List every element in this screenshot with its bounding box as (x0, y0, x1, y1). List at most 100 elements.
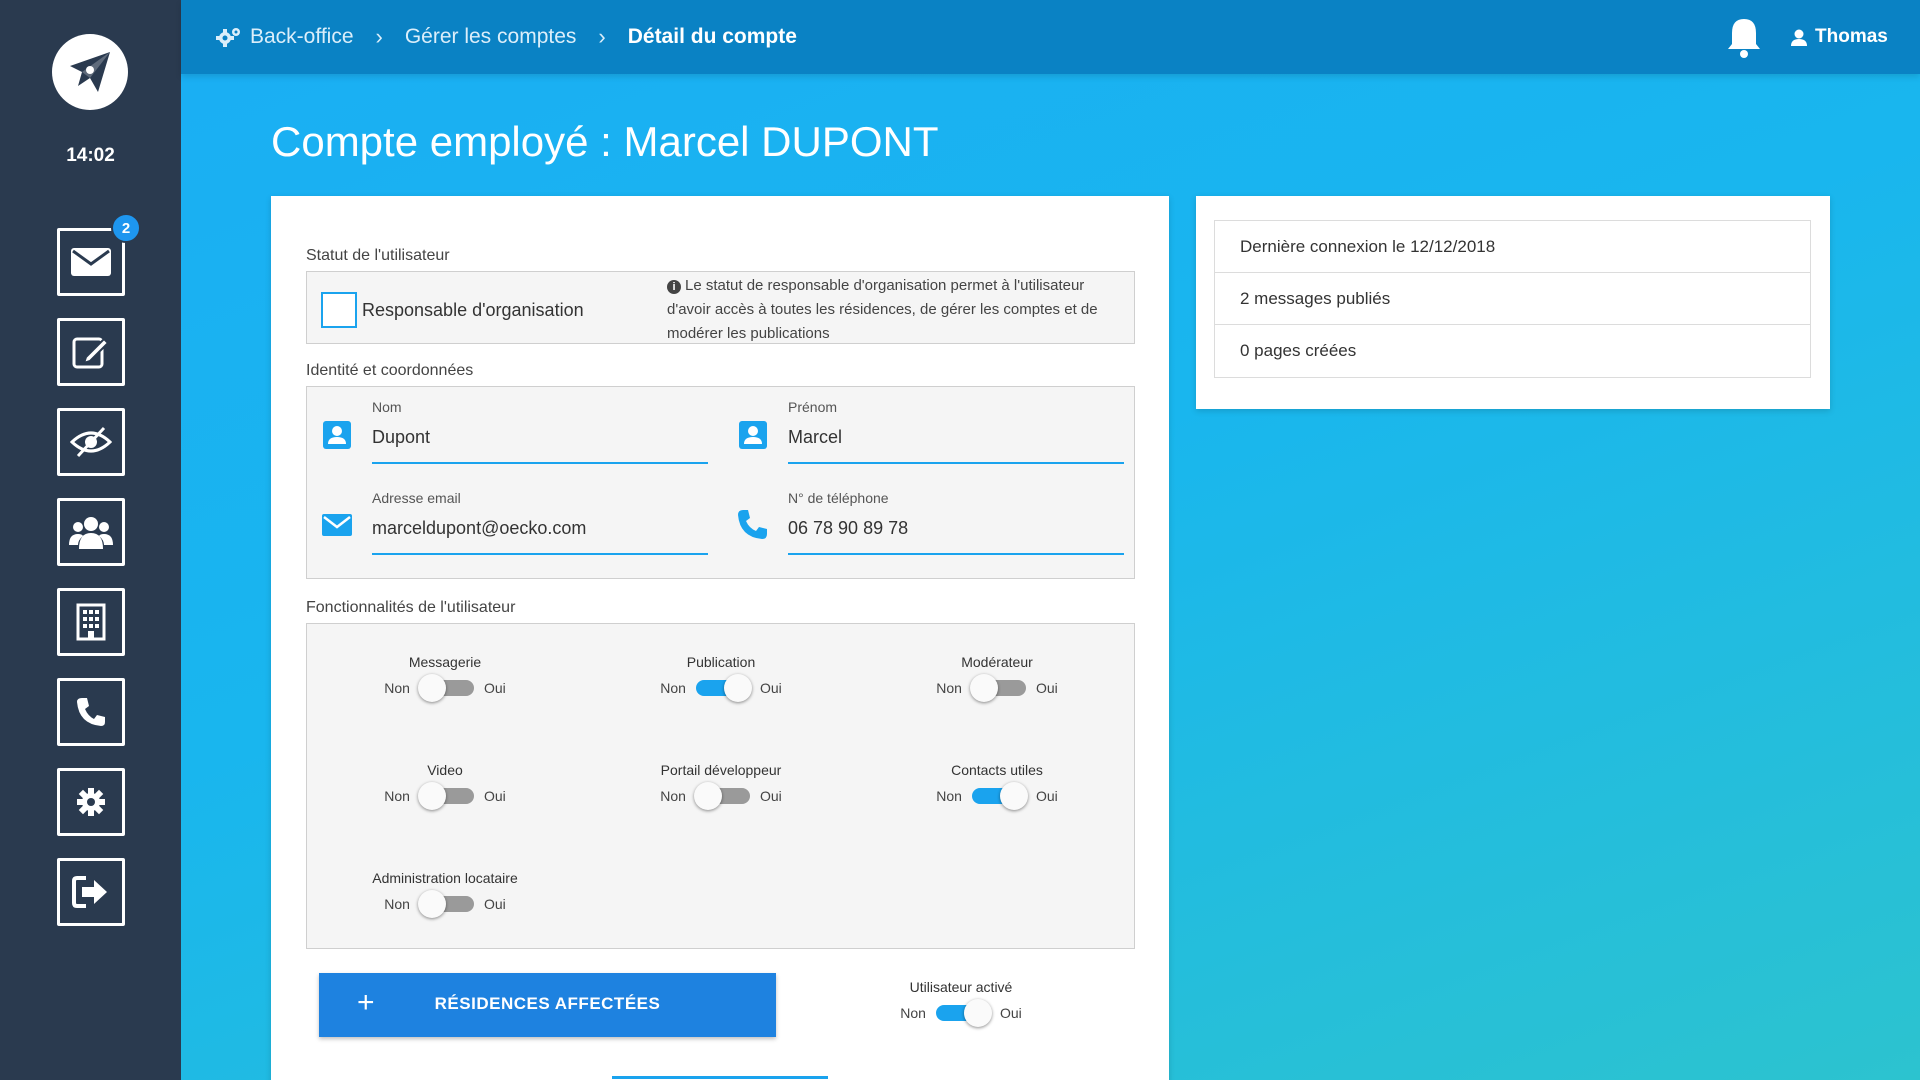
sidebar-item-contacts[interactable] (57, 678, 125, 746)
user-active-toggle[interactable] (935, 999, 992, 1027)
on-label: Oui (1035, 788, 1058, 804)
last-name-label: Nom (372, 399, 402, 415)
on-label: Oui (999, 1005, 1022, 1021)
feature-label: Modérateur (961, 654, 1033, 670)
edit-icon (72, 337, 110, 369)
logout-icon (72, 876, 107, 908)
on-label: Oui (483, 896, 506, 912)
users-icon (69, 517, 113, 549)
identity-box: Nom Dupont Prénom Marcel Adresse email m… (306, 386, 1135, 579)
on-label: Oui (483, 788, 506, 804)
list-item: Dernière connexion le 12/12/2018 (1215, 221, 1810, 273)
sidebar-item-logout[interactable] (57, 858, 125, 926)
eye-slash-icon (70, 426, 112, 458)
breadcrumb: Back-office › Gérer les comptes › Détail… (216, 0, 797, 74)
off-label: Non (660, 680, 686, 696)
phone-input[interactable]: 06 78 90 89 78 (788, 518, 1124, 555)
features-section-label: Fonctionnalités de l'utilisateur (306, 599, 516, 616)
features-box: Messagerie Non Oui Publication Non Oui Mod… (306, 623, 1135, 949)
stats-list: Dernière connexion le 12/12/2018 2 messa… (1214, 220, 1811, 378)
building-icon (76, 603, 106, 641)
off-label: Non (660, 788, 686, 804)
contact-card-icon (323, 421, 351, 449)
off-label: Non (936, 788, 962, 804)
user-name: Thomas (1815, 26, 1888, 47)
chevron-right-icon: › (375, 24, 383, 49)
tenant-admin-toggle[interactable] (417, 890, 474, 918)
feature-moderator: Modérateur Non Oui (897, 654, 1097, 702)
top-bar: Back-office › Gérer les comptes › Détail… (181, 0, 1920, 74)
list-item: 0 pages créées (1240, 341, 1357, 360)
last-name-field[interactable]: Nom Dupont (372, 399, 708, 464)
breadcrumb-backoffice[interactable]: Back-office (250, 25, 354, 49)
on-label: Oui (759, 680, 782, 696)
sidebar-item-users[interactable] (57, 498, 125, 566)
paper-plane-icon (70, 52, 110, 92)
messaging-toggle[interactable] (417, 674, 474, 702)
moderator-toggle[interactable] (969, 674, 1026, 702)
chevron-right-icon: › (598, 24, 606, 49)
first-name-label: Prénom (788, 399, 838, 415)
first-name-field[interactable]: Prénom Marcel (788, 399, 1124, 464)
feature-video: Video Non Oui (345, 762, 545, 810)
feature-messaging: Messagerie Non Oui (345, 654, 545, 702)
phone-field[interactable]: N° de téléphone 06 78 90 89 78 (788, 490, 1124, 555)
sidebar-item-moderation[interactable] (57, 408, 125, 476)
gears-icon (216, 28, 240, 47)
off-label: Non (384, 680, 410, 696)
feature-label: Portail développeur (660, 762, 782, 778)
info-icon: i (667, 280, 681, 294)
on-label: Oui (759, 788, 782, 804)
feature-label: Video (427, 762, 463, 778)
sidebar-item-residences[interactable] (57, 588, 125, 656)
useful-contacts-toggle[interactable] (971, 782, 1028, 810)
user-active-group: Utilisateur activé Non Oui (861, 979, 1061, 1027)
breadcrumb-manage-accounts[interactable]: Gérer les comptes (405, 25, 577, 49)
dev-portal-toggle[interactable] (693, 782, 750, 810)
feature-tenant-admin: Administration locataire Non Oui (345, 870, 545, 918)
clock: 14:02 (66, 145, 115, 166)
user-active-label: Utilisateur activé (909, 979, 1013, 995)
list-item: 2 messages publiés (1215, 273, 1810, 325)
identity-section-label: Identité et coordonnées (306, 362, 474, 379)
contact-card-icon (739, 421, 767, 449)
feature-useful-contacts: Contacts utiles Non Oui (897, 762, 1097, 810)
phone-label: N° de téléphone (788, 490, 889, 506)
breadcrumb-account-detail: Détail du compte (627, 25, 797, 48)
gear-icon (77, 788, 105, 816)
status-section-label: Statut de l'utilisateur (306, 247, 450, 264)
publication-toggle[interactable] (695, 674, 752, 702)
mail-icon (71, 248, 111, 276)
email-label: Adresse email (372, 490, 461, 506)
sidebar-item-settings[interactable] (57, 768, 125, 836)
org-manager-label: Responsable d'organisation (362, 300, 584, 320)
bell-icon[interactable] (1724, 16, 1764, 58)
mail-icon (322, 514, 352, 536)
off-label: Non (936, 680, 962, 696)
email-field[interactable]: Adresse email marceldupont@oecko.com (372, 490, 708, 555)
first-name-input[interactable]: Marcel (788, 427, 1124, 464)
org-manager-checkbox[interactable] (321, 292, 357, 328)
user-icon (1791, 29, 1807, 46)
feature-dev-portal: Portail développeur Non Oui (621, 762, 821, 810)
assigned-residences-label: RÉSIDENCES AFFECTÉES (434, 994, 661, 1013)
phone-icon (738, 510, 767, 539)
sidebar-item-publish[interactable] (57, 318, 125, 386)
feature-label: Publication (686, 654, 756, 670)
email-input[interactable]: marceldupont@oecko.com (372, 518, 708, 555)
bottom-accent-line (612, 1076, 828, 1079)
account-form-card: Statut de l'utilisateur Responsable d'or… (271, 196, 1169, 1080)
video-toggle[interactable] (417, 782, 474, 810)
page-title: Compte employé : Marcel DUPONT (271, 118, 939, 165)
status-info: i Le statut de responsable d'organisation… (667, 274, 1127, 346)
feature-publication: Publication Non Oui (621, 654, 821, 702)
account-stats-card: Dernière connexion le 12/12/2018 2 messa… (1196, 196, 1830, 409)
off-label: Non (900, 1005, 926, 1021)
user-menu[interactable]: Thomas (1791, 0, 1888, 74)
feature-label: Administration locataire (372, 870, 518, 886)
status-info-text: Le statut de responsable d'organisation … (667, 277, 1098, 342)
last-name-input[interactable]: Dupont (372, 427, 708, 464)
assigned-residences-button[interactable]: + RÉSIDENCES AFFECTÉES (319, 973, 776, 1037)
phone-icon (77, 698, 105, 726)
app-logo[interactable] (52, 34, 128, 110)
